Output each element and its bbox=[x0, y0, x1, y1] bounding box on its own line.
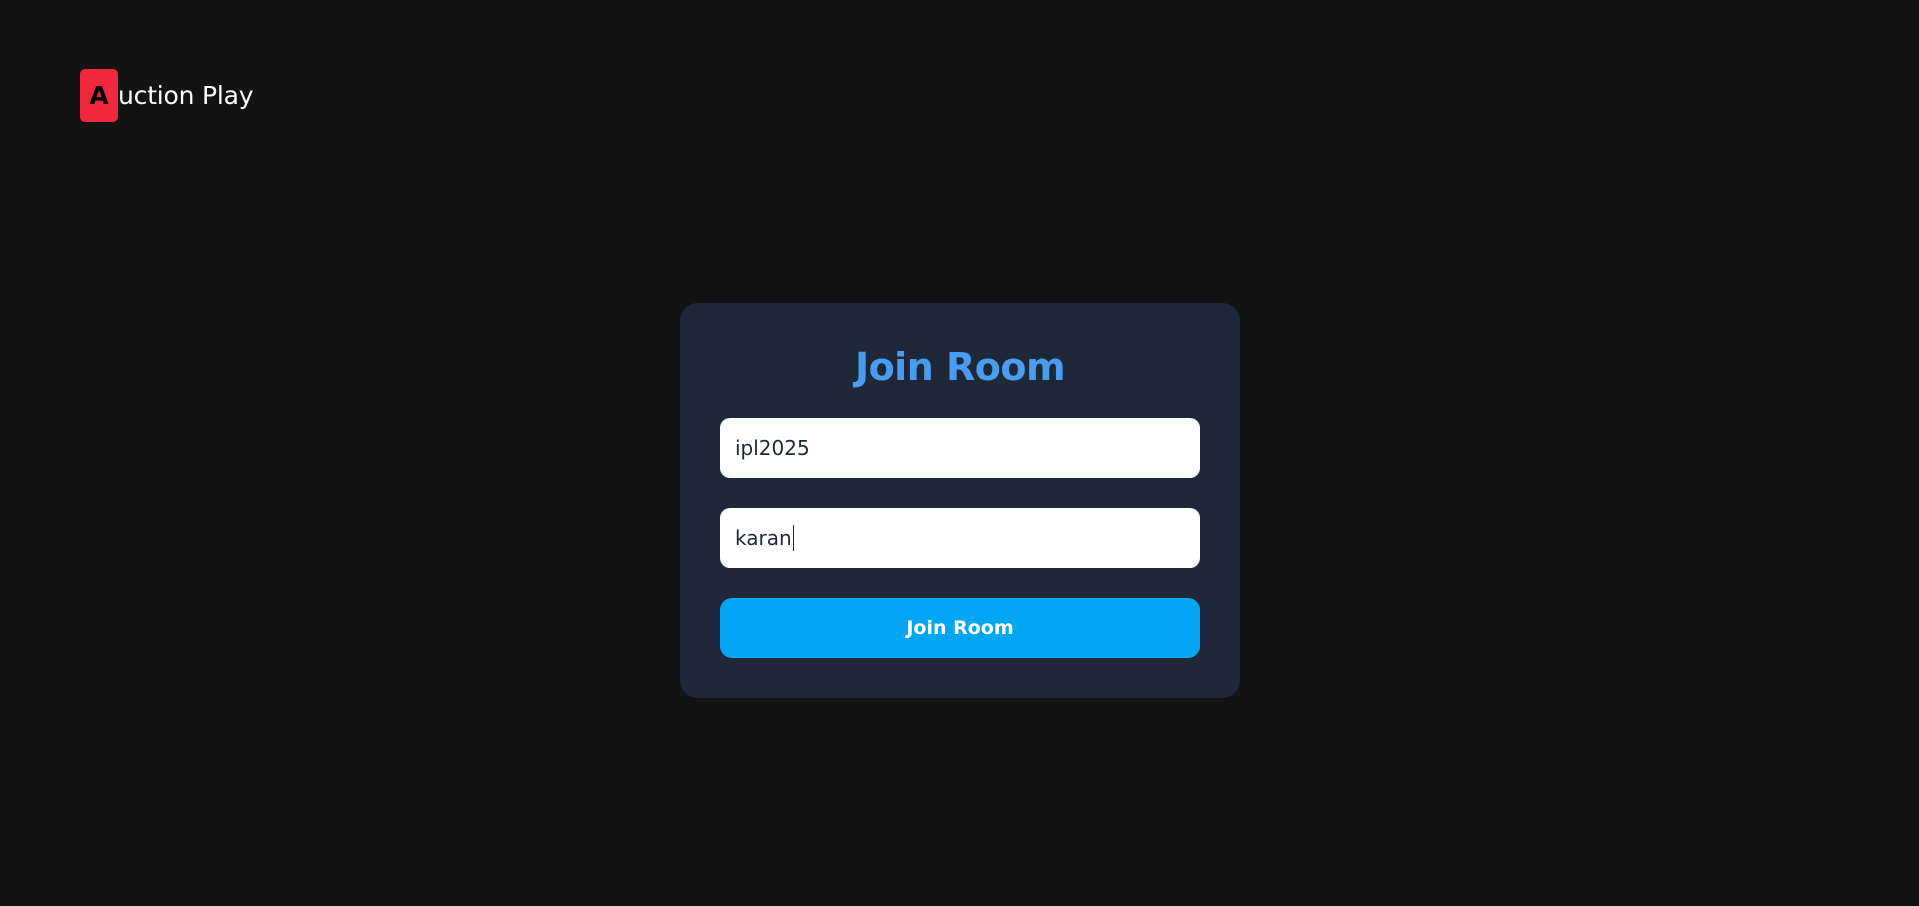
logo-mark: A bbox=[80, 69, 118, 122]
join-room-button[interactable]: Join Room bbox=[720, 598, 1200, 658]
brand-logo[interactable]: A uction Play bbox=[80, 69, 254, 122]
card-title: Join Room bbox=[854, 345, 1066, 389]
room-code-input[interactable]: ipl2025 bbox=[720, 418, 1200, 478]
text-caret bbox=[792, 525, 795, 551]
player-name-value: karan bbox=[735, 526, 792, 550]
room-code-value: ipl2025 bbox=[735, 436, 810, 460]
logo-text: uction Play bbox=[118, 81, 254, 110]
player-name-input[interactable]: karan bbox=[720, 508, 1200, 568]
join-room-card: Join Room ipl2025 karan Join Room bbox=[680, 303, 1240, 698]
